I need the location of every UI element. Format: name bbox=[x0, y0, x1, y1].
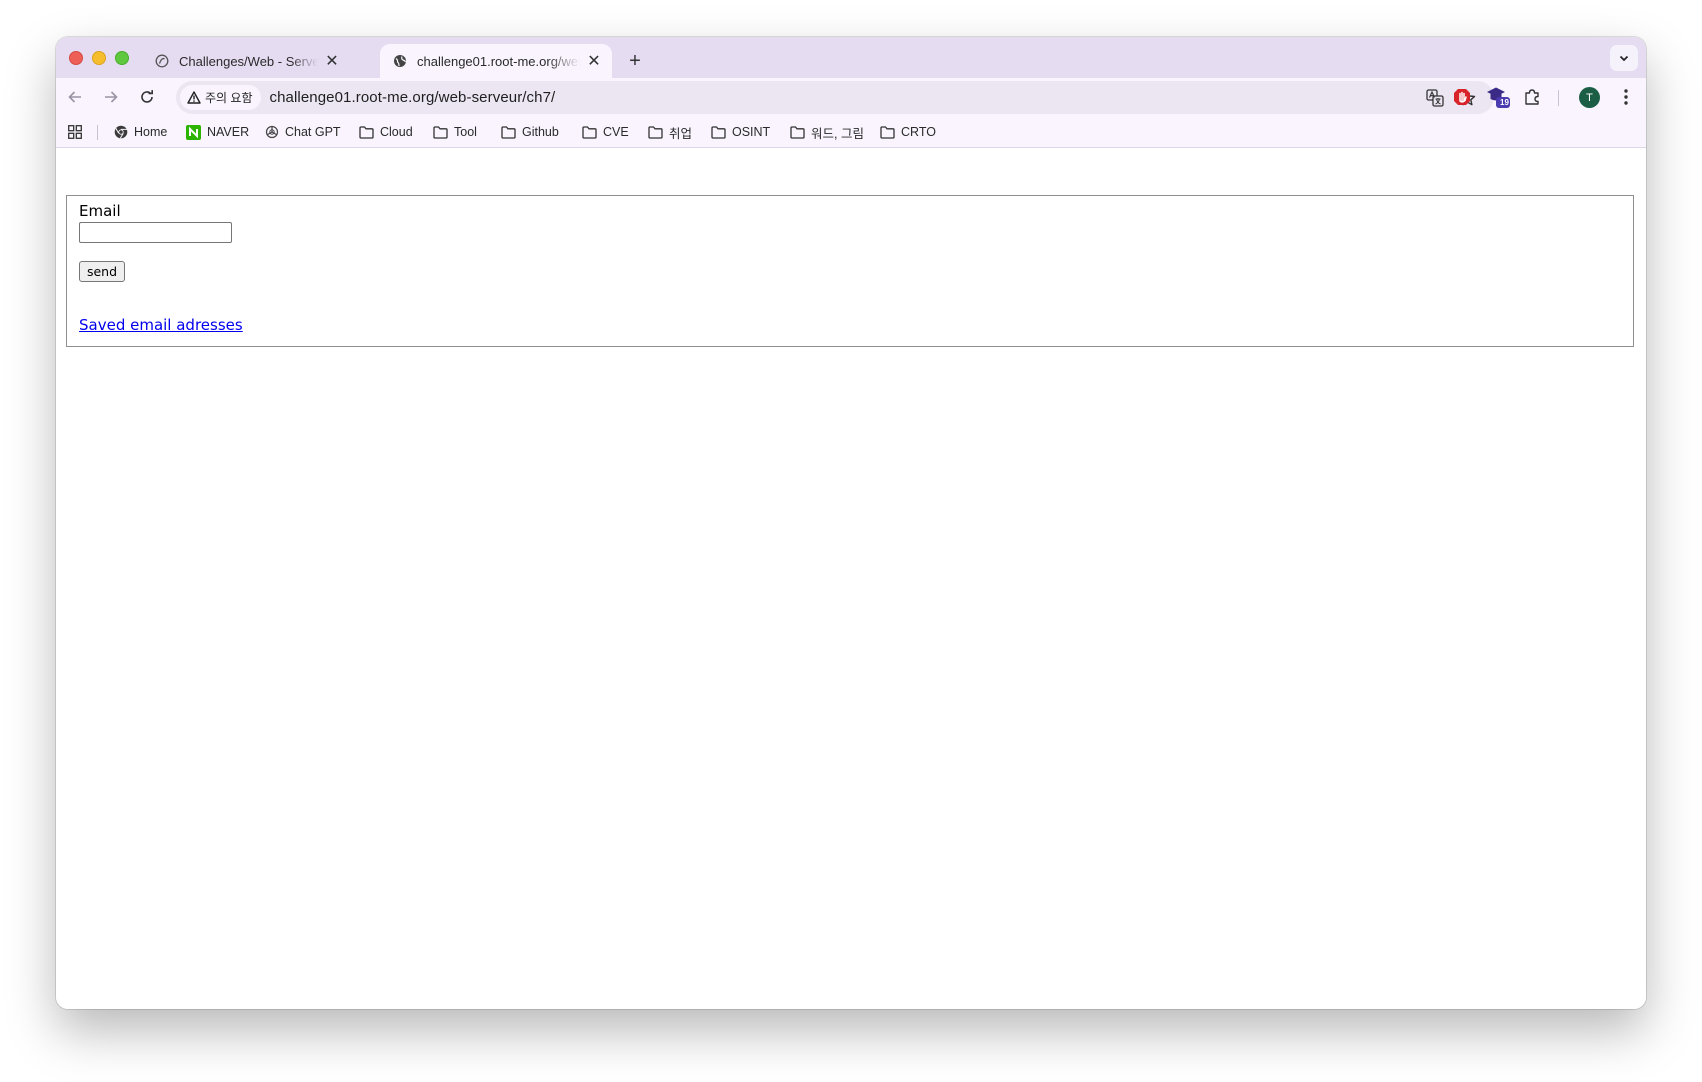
globe-icon bbox=[392, 53, 408, 69]
bookmark-label: CRTO bbox=[901, 125, 936, 139]
translate-button[interactable] bbox=[1422, 85, 1448, 111]
page-content: Email send Saved email adresses bbox=[56, 148, 1646, 1009]
close-icon[interactable]: ✕ bbox=[584, 51, 604, 71]
extensions-menu-button[interactable] bbox=[1518, 83, 1546, 111]
browser-menu-button[interactable] bbox=[1612, 83, 1640, 111]
bookmarks-divider bbox=[97, 125, 98, 140]
minimize-window-button[interactable] bbox=[92, 51, 106, 65]
bookmark-label: Chat GPT bbox=[285, 125, 341, 139]
tab-challenge01[interactable]: challenge01.root-me.org/web-serveur/ch7/… bbox=[380, 44, 612, 78]
more-vert-icon bbox=[1624, 89, 1628, 105]
email-input[interactable] bbox=[79, 222, 232, 243]
email-form: Email send Saved email adresses bbox=[66, 195, 1634, 347]
bookmark-label: Github bbox=[522, 125, 559, 139]
chrome-icon bbox=[113, 125, 128, 140]
bookmark-folder-osint[interactable]: OSINT bbox=[711, 122, 770, 142]
bookmark-folder-tool[interactable]: Tool bbox=[433, 122, 477, 142]
tab-title: Challenges/Web - Server : HTTP bbox=[179, 53, 318, 69]
forward-button[interactable] bbox=[96, 82, 126, 112]
puzzle-icon bbox=[1525, 89, 1539, 105]
tab-challenges[interactable]: Challenges/Web - Server : HTTP ✕ bbox=[142, 44, 350, 78]
naver-icon bbox=[186, 124, 201, 140]
folder-icon bbox=[648, 125, 663, 140]
send-button[interactable]: send bbox=[79, 261, 125, 282]
bookmark-label: 워드, 그림 bbox=[811, 126, 864, 141]
bookmark-label: Home bbox=[134, 125, 168, 139]
bookmark-folder-cloud[interactable]: Cloud bbox=[359, 122, 413, 142]
address-bar[interactable]: 주의 요함 challenge01.root-me.org/web-serveu… bbox=[176, 81, 1494, 114]
new-tab-button[interactable]: + bbox=[622, 48, 648, 74]
tab-strip: Challenges/Web - Server : HTTP ✕ challen… bbox=[56, 37, 1646, 78]
extension-badge-count: 19 bbox=[1500, 98, 1509, 107]
toolbar: 주의 요함 challenge01.root-me.org/web-serveu… bbox=[56, 78, 1646, 116]
bookmark-label: 취업 bbox=[669, 126, 693, 141]
arrow-right-icon bbox=[105, 91, 118, 103]
warning-icon bbox=[187, 91, 201, 104]
bookmark-label: OSINT bbox=[732, 125, 771, 139]
reload-icon bbox=[141, 90, 153, 103]
tab-title: challenge01.root-me.org/web-serveur/ch7/ bbox=[417, 53, 580, 69]
browser-window: Challenges/Web - Server : HTTP ✕ challen… bbox=[56, 37, 1646, 1009]
bookmark-folder-word[interactable]: 워드, 그림 bbox=[790, 122, 864, 142]
bookmark-folder-github[interactable]: Github bbox=[501, 122, 559, 142]
profile-avatar[interactable]: T bbox=[1579, 87, 1600, 108]
bookmark-label: NAVER bbox=[207, 125, 250, 139]
translate-icon bbox=[1426, 89, 1444, 107]
adblock-extension-button[interactable] bbox=[1448, 83, 1476, 111]
bookmark-home[interactable]: Home bbox=[113, 122, 167, 142]
email-label: Email bbox=[79, 202, 121, 220]
folder-icon bbox=[433, 125, 448, 140]
close-icon[interactable]: ✕ bbox=[322, 51, 342, 71]
folder-icon bbox=[582, 125, 597, 140]
maximize-window-button[interactable] bbox=[115, 51, 129, 65]
hand-stop-icon bbox=[1454, 89, 1470, 105]
extension-badge-button[interactable]: 19 bbox=[1484, 83, 1512, 111]
bookmark-folder-job[interactable]: 취업 bbox=[648, 122, 692, 142]
bookmark-chatgpt[interactable]: Chat GPT bbox=[264, 122, 341, 142]
apps-grid-icon[interactable] bbox=[68, 125, 82, 139]
folder-icon bbox=[711, 125, 726, 140]
bookmarks-bar: Home NAVER Chat GPT Cloud Tool Github CV… bbox=[56, 116, 1646, 148]
security-chip[interactable]: 주의 요함 bbox=[180, 85, 261, 110]
folder-icon bbox=[501, 125, 516, 140]
close-window-button[interactable] bbox=[69, 51, 83, 65]
bookmark-label: CVE bbox=[603, 125, 629, 139]
rootme-icon bbox=[154, 53, 170, 69]
bookmark-naver[interactable]: NAVER bbox=[186, 122, 249, 142]
openai-icon bbox=[264, 125, 279, 140]
toolbar-divider bbox=[1558, 90, 1559, 106]
security-label: 주의 요함 bbox=[205, 91, 253, 105]
arrow-left-icon bbox=[68, 91, 81, 103]
bookmark-label: Cloud bbox=[380, 125, 413, 139]
tab-search-button[interactable] bbox=[1610, 45, 1638, 71]
bookmark-label: Tool bbox=[454, 125, 477, 139]
url-text[interactable]: challenge01.root-me.org/web-serveur/ch7/ bbox=[270, 89, 556, 106]
bookmark-folder-cve[interactable]: CVE bbox=[582, 122, 629, 142]
reload-button[interactable] bbox=[132, 82, 162, 112]
folder-icon bbox=[880, 125, 895, 140]
back-button[interactable] bbox=[60, 82, 90, 112]
saved-emails-link[interactable]: Saved email adresses bbox=[79, 316, 243, 334]
chevron-down-icon bbox=[1619, 55, 1629, 62]
bookmark-folder-crto[interactable]: CRTO bbox=[880, 122, 936, 142]
folder-icon bbox=[359, 125, 374, 140]
folder-icon bbox=[790, 125, 805, 140]
